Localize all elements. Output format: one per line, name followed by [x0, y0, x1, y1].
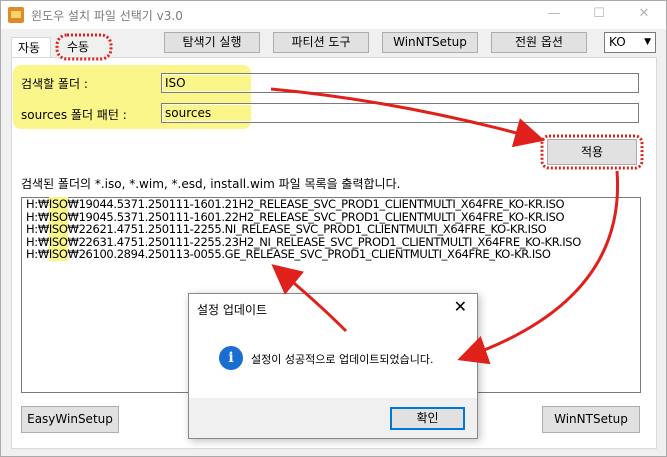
- winntsetup-toolbar-button[interactable]: WinNTSetup: [382, 32, 478, 53]
- apply-button[interactable]: 적용: [547, 139, 637, 165]
- dialog-message: 설정이 성공적으로 업데이트되었습니다.: [251, 353, 434, 366]
- list-item-folder: ISO: [48, 222, 68, 236]
- tab-auto[interactable]: 자동: [11, 37, 51, 57]
- list-item-folder: ISO: [48, 197, 68, 211]
- sources-pattern-value: sources: [163, 105, 251, 121]
- minimize-button[interactable]: —: [531, 1, 577, 29]
- app-icon: [8, 7, 24, 23]
- explorer-button[interactable]: 탐색기 실행: [164, 32, 260, 53]
- info-icon: i: [219, 346, 243, 370]
- window-title: 윈도우 설치 파일 선택기 v3.0: [31, 9, 183, 23]
- chevron-down-icon: ▼: [644, 37, 651, 47]
- app-window: 윈도우 설치 파일 선택기 v3.0 — ☐ ✕ 자동 수동 탐색기 실행 파티…: [0, 0, 667, 457]
- close-button[interactable]: ✕: [621, 1, 667, 29]
- maximize-button[interactable]: ☐: [576, 1, 622, 29]
- list-item[interactable]: H:₩ISO₩26100.2894.250113-0055.GE_RELEASE…: [22, 247, 640, 261]
- search-folder-value: ISO: [163, 75, 251, 91]
- dialog-title: 설정 업데이트: [197, 303, 268, 317]
- partition-tool-button[interactable]: 파티션 도구: [273, 32, 369, 53]
- winntsetup-button[interactable]: WinNTSetup: [542, 406, 640, 433]
- list-item-folder: ISO: [48, 247, 68, 261]
- sources-pattern-label: sources 폴더 패턴 :: [21, 108, 127, 122]
- title-bar: 윈도우 설치 파일 선택기 v3.0 — ☐ ✕: [1, 1, 666, 29]
- search-folder-label: 검색할 폴더 :: [21, 77, 88, 91]
- power-options-button[interactable]: 전원 옵션: [491, 32, 587, 53]
- dialog-footer: 확인: [189, 398, 477, 438]
- dialog-ok-button[interactable]: 확인: [390, 407, 465, 430]
- easywinsetup-button[interactable]: EasyWinSetup: [21, 406, 119, 433]
- search-folder-input[interactable]: ISO: [161, 73, 639, 93]
- results-description: 검색된 폴더의 *.iso, *.wim, *.esd, install.wim…: [21, 177, 401, 191]
- list-item-file: ₩26100.2894.250113-0055.GE_RELEASE_SVC_P…: [67, 247, 551, 261]
- list-item-drive: H:₩: [26, 247, 49, 261]
- update-dialog: 설정 업데이트 ✕ i 설정이 성공적으로 업데이트되었습니다. 확인: [188, 293, 478, 439]
- language-value: KO: [609, 35, 626, 49]
- dialog-close-icon[interactable]: ✕: [454, 297, 467, 316]
- language-select[interactable]: KO ▼: [604, 32, 656, 53]
- tab-manual[interactable]: 수동: [59, 37, 107, 57]
- sources-pattern-input[interactable]: sources: [161, 103, 639, 123]
